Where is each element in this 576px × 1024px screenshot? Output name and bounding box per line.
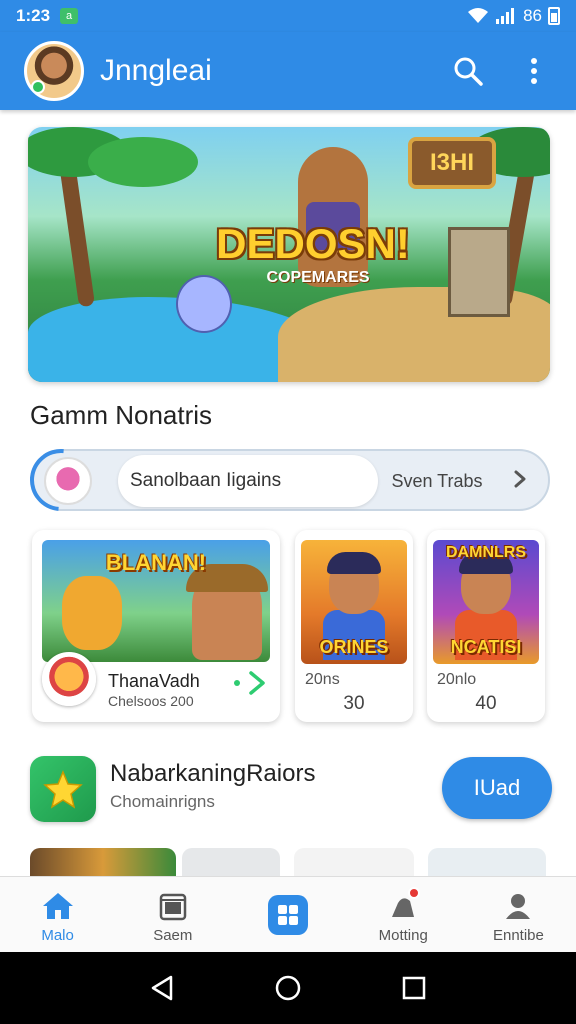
temple-art xyxy=(448,227,510,317)
bottom-navigation: Malo Saem Motting Enntibe xyxy=(0,876,576,952)
grid-button[interactable] xyxy=(268,895,308,935)
mouse-character-art xyxy=(176,275,232,333)
app-subtitle: Chomainrigns xyxy=(110,792,215,811)
nav-label: Enntibe xyxy=(492,927,544,944)
notification-badge xyxy=(407,887,420,899)
hero-sign: I3HI xyxy=(408,137,496,189)
segmented-control: Sanolbaan Iigains Sven Trabs xyxy=(17,436,550,524)
game-card-label: 20ns xyxy=(305,671,340,688)
game-card-label: 20nlo xyxy=(437,671,477,688)
game-card-art: BLANAN! xyxy=(42,540,270,662)
app-bar: Jnngleai xyxy=(0,32,576,110)
hero-banner[interactable]: I3HI DEDOSN! COPEMARES xyxy=(28,127,550,382)
grid-icon xyxy=(278,905,298,925)
more-vert-icon xyxy=(531,58,537,84)
more-options-button[interactable] xyxy=(516,53,552,89)
play-arrow-icon[interactable] xyxy=(246,670,268,696)
wifi-icon xyxy=(468,8,489,23)
back-icon[interactable] xyxy=(149,974,175,1002)
game-card-art: DAMNLRS NCATISI xyxy=(433,540,539,664)
nav-item-center[interactable] xyxy=(230,877,345,952)
game-card-art-text-top: DAMNLRS xyxy=(446,544,526,561)
game-card-art-text: ORINES xyxy=(319,637,389,657)
chevron-right-button[interactable] xyxy=(506,465,534,493)
game-card-art: ORINES xyxy=(301,540,407,664)
section-title: Gamm Nonatris xyxy=(30,400,213,430)
search-icon xyxy=(454,57,483,86)
online-indicator xyxy=(31,80,45,94)
nav-item-saem[interactable]: Saem xyxy=(115,877,230,952)
home-icon xyxy=(42,893,73,919)
progress-ring xyxy=(17,436,105,524)
game-card[interactable]: ORINES 20ns 30 xyxy=(295,530,413,722)
game-card-value: 40 xyxy=(475,693,497,714)
hero-headline: DEDOSN! xyxy=(216,220,410,267)
nav-label: Saem xyxy=(153,927,193,944)
game-icon xyxy=(42,652,96,706)
game-card-art-text: NCATISI xyxy=(450,637,522,657)
game-card-value: 30 xyxy=(343,693,365,714)
status-bar: 1:23 a 86 xyxy=(0,0,576,32)
game-card-name: ThanaVadh xyxy=(108,671,200,691)
nav-label: Malo xyxy=(41,927,74,944)
star-icon xyxy=(43,770,83,809)
segment-active-tab[interactable]: Sanolbaan Iigains xyxy=(118,455,378,507)
leaf-art xyxy=(88,137,198,187)
explorer-character-art xyxy=(186,564,268,660)
nav-item-home[interactable]: Malo xyxy=(0,877,115,952)
nav-item-profile[interactable]: Enntibe xyxy=(461,877,576,952)
avatar[interactable] xyxy=(24,41,84,101)
status-time: 1:23 xyxy=(16,6,51,25)
sim-icon: a xyxy=(60,8,79,24)
game-card-featured[interactable]: BLANAN! ThanaVadh Chelsoos 200 xyxy=(32,530,280,722)
battery-level: 86 xyxy=(523,6,542,25)
search-button[interactable] xyxy=(450,53,486,89)
game-card-meta: Chelsoos 200 xyxy=(108,693,194,709)
home-circle-icon[interactable] xyxy=(274,974,302,1002)
calendar-icon xyxy=(159,893,187,921)
game-card[interactable]: DAMNLRS NCATISI 20nlo 40 xyxy=(427,530,545,722)
bear-character-art xyxy=(62,576,122,650)
status-dot xyxy=(234,680,240,686)
load-button[interactable]: IUad xyxy=(442,757,552,819)
app-title: Jnngleai xyxy=(100,54,212,87)
chevron-right-icon xyxy=(514,470,526,488)
system-navigation-bar xyxy=(0,952,576,1024)
status-indicators: 86 xyxy=(467,6,560,26)
nav-item-motting[interactable]: Motting xyxy=(346,877,461,952)
recents-icon[interactable] xyxy=(401,975,427,1001)
character-art xyxy=(327,552,381,574)
app-icon[interactable] xyxy=(30,756,96,822)
profile-icon xyxy=(506,894,531,919)
hero-subline: COPEMARES xyxy=(266,269,370,286)
battery-icon xyxy=(548,7,560,25)
nav-label: Motting xyxy=(378,927,428,944)
segment-other-tab[interactable]: Sven Trabs xyxy=(378,455,496,507)
app-name: NabarkaningRaiors xyxy=(110,760,316,787)
game-card-art-text: BLANAN! xyxy=(105,550,207,575)
signal-icon xyxy=(496,8,515,24)
